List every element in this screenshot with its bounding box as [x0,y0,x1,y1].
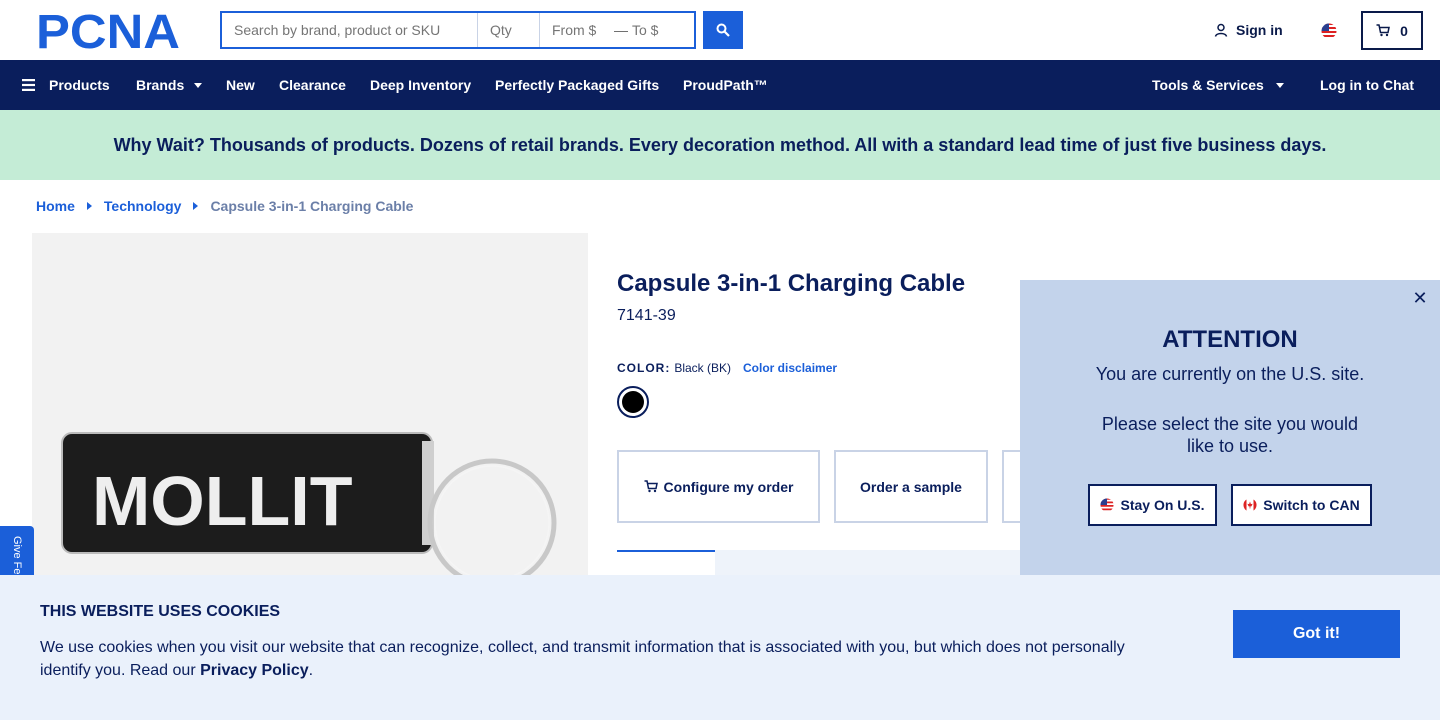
privacy-policy-link[interactable]: Privacy Policy [200,662,309,679]
breadcrumb: Home Technology Capsule 3-in-1 Charging … [36,198,413,214]
cart-icon [644,480,658,493]
us-flag-icon [1100,498,1115,512]
product-image[interactable]: MOLLIT [32,233,588,593]
nav-new[interactable]: New [226,60,255,110]
color-swatch-black[interactable] [617,386,649,418]
color-disclaimer-link[interactable]: Color disclaimer [743,361,837,375]
chevron-right-icon [193,202,199,210]
accept-cookies-button[interactable]: Got it! [1233,610,1400,658]
search-input[interactable] [222,13,478,47]
third-action-button[interactable] [1002,450,1020,523]
color-value: Black (BK) [674,361,732,375]
product-title: Capsule 3-in-1 Charging Cable [617,270,966,297]
chevron-right-icon [86,202,92,210]
promo-text: Why Wait? Thousands of products. Dozens … [113,134,1327,155]
region-message-select: Please select the site you would like to… [1101,414,1359,456]
swatch-fill [622,391,644,413]
region-message-current: You are currently on the U.S. site. [1095,364,1365,384]
breadcrumb-home[interactable]: Home [36,198,75,214]
pcna-logo[interactable]: PCNA [36,10,184,50]
configure-order-button[interactable]: Configure my order [617,450,820,523]
nav-gifts-label: Perfectly Packaged Gifts [495,77,660,93]
cookie-heading: THIS WEBSITE USES COOKIES [40,603,281,620]
nav-deep-inventory-label: Deep Inventory [370,77,472,93]
nav-chat[interactable]: Log in to Chat [1320,60,1414,110]
region-heading: ATTENTION [1162,326,1298,353]
nav-tools-label: Tools & Services [1152,77,1264,93]
cookie-body-suffix: . [308,662,314,679]
chevron-down-icon [1275,82,1284,88]
nav-gifts[interactable]: Perfectly Packaged Gifts [495,60,659,110]
stay-us-button[interactable]: Stay On U.S. [1088,484,1217,526]
nav-clearance[interactable]: Clearance [279,60,346,110]
user-icon [1214,23,1228,37]
nav-proudpath[interactable]: ProudPath™ [683,60,768,110]
color-row: COLOR: Black (BK) Color disclaimer [617,361,837,375]
promo-banner: Why Wait? Thousands of products. Dozens … [0,110,1440,180]
product-imprint-text: MOLLIT [92,462,352,540]
nav-tools[interactable]: Tools & Services [1152,60,1284,110]
cookie-banner: THIS WEBSITE USES COOKIES We use cookies… [0,575,1440,720]
product-sku: 7141-39 [617,307,676,324]
search-bar: — [220,11,696,49]
top-bar: PCNA — Sign in [0,0,1440,60]
main-nav: Products Brands New Clearance Deep Inven… [0,60,1440,110]
charging-cable-image: MOLLIT [61,432,557,588]
nav-clearance-label: Clearance [279,77,346,93]
switch-can-label: Switch to CAN [1263,497,1360,513]
hamburger-icon [22,79,35,91]
canada-flag-icon [1243,498,1257,512]
nav-brands[interactable]: Brands [136,60,203,110]
order-sample-label: Order a sample [860,478,962,495]
cookie-body: We use cookies when you visit our websit… [40,636,1150,682]
breadcrumb-current: Capsule 3-in-1 Charging Cable [210,198,414,214]
chevron-down-icon [194,82,203,88]
nav-new-label: New [226,77,255,93]
page: PCNA — Sign in [0,0,1440,720]
nav-products[interactable]: Products [22,60,110,110]
region-popup: ✕ ATTENTION You are currently on the U.S… [1020,280,1440,580]
nav-products-label: Products [49,77,110,93]
price-to-input[interactable] [620,13,694,47]
order-sample-button[interactable]: Order a sample [834,450,988,523]
configure-order-label: Configure my order [663,478,794,495]
close-icon[interactable]: ✕ [1410,288,1430,308]
search-icon [716,23,730,37]
nav-brands-label: Brands [136,77,185,93]
cart-icon [1376,24,1391,37]
price-from-input[interactable] [540,13,614,47]
cart-count: 0 [1400,22,1408,39]
breadcrumb-technology[interactable]: Technology [104,198,182,214]
nav-proudpath-label: ProudPath™ [683,77,768,93]
sign-in-label: Sign in [1236,22,1283,38]
nav-deep-inventory[interactable]: Deep Inventory [370,60,471,110]
qty-input[interactable] [478,13,540,47]
search-button[interactable] [703,11,743,49]
switch-can-button[interactable]: Switch to CAN [1231,484,1372,526]
cart-button[interactable]: 0 [1361,11,1423,50]
us-flag-icon[interactable] [1321,23,1337,39]
nav-chat-label: Log in to Chat [1320,77,1415,93]
color-label: COLOR: [617,361,671,375]
logo-text: PCNA [36,10,180,50]
sign-in-menu[interactable]: Sign in [1214,22,1283,38]
stay-us-label: Stay On U.S. [1120,497,1205,513]
